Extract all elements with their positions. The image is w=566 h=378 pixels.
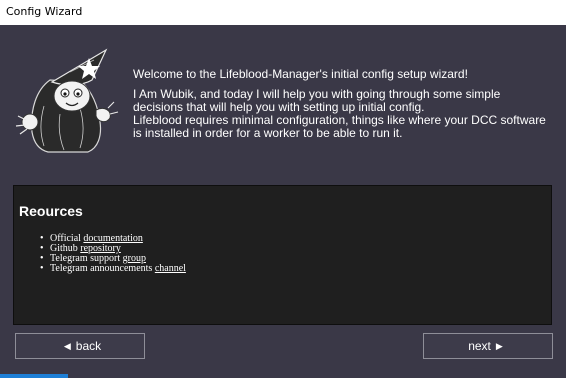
welcome-heading: Welcome to the Lifeblood-Manager's initi… [133, 67, 468, 81]
wizard-progress-bar [0, 374, 566, 378]
welcome-body: I Am Wubik, and today I will help you wi… [133, 87, 546, 140]
triangle-left-icon: ◀ [63, 340, 71, 351]
back-button[interactable]: ◀ back [15, 333, 145, 359]
wizard-progress-fill [0, 374, 68, 378]
triangle-right-icon: ▶ [495, 340, 503, 351]
welcome-message: Welcome to the Lifeblood-Manager's initi… [133, 68, 553, 147]
resources-panel: Reources Official documentation Github r… [13, 185, 552, 325]
list-item: Telegram announcements channel [40, 263, 186, 275]
resources-list: Official documentation Github repository… [40, 234, 186, 275]
resources-title: Reources [19, 203, 83, 219]
telegram-channel-link[interactable]: channel [155, 263, 186, 274]
next-button-label: next [468, 339, 491, 353]
next-button[interactable]: next ▶ [423, 333, 553, 359]
window-title: Config Wizard [6, 5, 83, 18]
wizard-mascot-icon [10, 36, 122, 154]
back-button-label: back [75, 339, 102, 353]
list-item-prefix: Telegram announcements [50, 263, 155, 274]
title-bar: Config Wizard [0, 0, 566, 23]
